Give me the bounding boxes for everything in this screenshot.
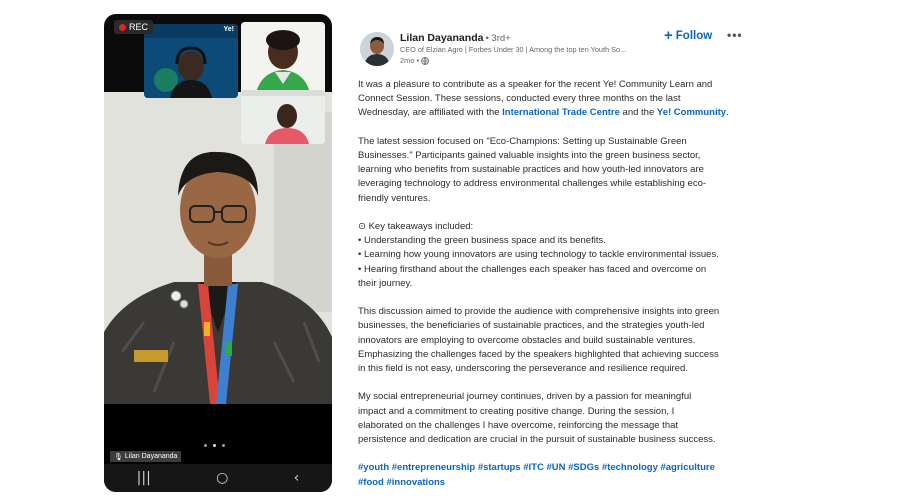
follow-button[interactable]: + Follow — [664, 27, 712, 44]
text-line: It was a pleasure to contribute as a spe… — [358, 79, 713, 90]
text-line: Wednesday, are affiliated with the Inter… — [358, 106, 748, 120]
text-segment: and the — [619, 107, 657, 119]
home-icon[interactable]: ○ — [216, 470, 228, 486]
list-item: • Learning how young innovators are usin… — [358, 249, 719, 261]
page-dot — [213, 444, 216, 447]
participant-tile-2 — [241, 22, 325, 98]
text-line: in this field is not easy, underscoring … — [358, 363, 688, 375]
recent-apps-icon[interactable]: ||| — [137, 470, 151, 486]
itc-link[interactable]: International Trade Centre — [502, 107, 620, 118]
text-line: Connect Session. These sessions, conduct… — [358, 93, 681, 105]
ye-community-link[interactable]: Ye! Community — [657, 107, 726, 118]
plus-icon: + — [664, 27, 673, 44]
mic-icon: 🎙 — [114, 453, 123, 461]
follow-label[interactable]: Follow — [676, 30, 712, 42]
author-headline: CEO of Elzian Agro | Forbes Under 30 | A… — [400, 45, 627, 54]
back-icon[interactable]: ‹ — [294, 470, 300, 486]
text-line: businesses, the beneficiaries of sustain… — [358, 320, 705, 332]
more-options-icon[interactable]: ••• — [727, 28, 743, 42]
participant-video-2 — [241, 22, 325, 98]
list-item: • Hearing firsthand about the challenges… — [358, 263, 707, 275]
text-line: persistence and dedication are crucial i… — [358, 434, 716, 446]
connection-degree: • 3rd+ — [485, 33, 511, 44]
text-line: Businesses." Participants gained valuabl… — [358, 150, 701, 161]
page-dot — [222, 444, 225, 447]
list-item-continued: their journey. — [358, 277, 413, 289]
video-call-screen: Ye! REC 🎙 Lilan Dayananda ||| ○ ‹ — [104, 14, 332, 492]
text-line: friendly ventures. — [358, 192, 431, 204]
linkedin-post: Lilan Dayananda • 3rd+ CEO of Elzian Agro… — [358, 27, 748, 488]
paragraph-journey: My social entrepreneurial journey contin… — [358, 390, 748, 447]
text-segment: . — [726, 107, 729, 119]
text-line: My social entrepreneurial journey contin… — [358, 391, 692, 403]
recording-indicator: REC — [114, 20, 154, 34]
text-line: innovators are employing to overcome obs… — [358, 334, 696, 346]
post-body: It was a pleasure to contribute as a spe… — [358, 78, 748, 490]
post-time: 2mo • — [400, 56, 430, 65]
text-line: impact and a commitment to creating posi… — [358, 405, 675, 417]
text-line: This discussion aimed to provide the aud… — [358, 306, 720, 318]
avatar[interactable] — [360, 32, 394, 66]
paragraph-intro: It was a pleasure to contribute as a spe… — [358, 78, 748, 121]
participant-tile-3 — [241, 90, 325, 144]
list-item: • Understanding the green business space… — [358, 235, 606, 247]
participant-tile-1: Ye! — [144, 24, 238, 98]
hashtags: #youth #entrepreneurship #startups #ITC … — [358, 461, 748, 489]
page-indicator — [204, 444, 225, 447]
post-header: Lilan Dayananda • 3rd+ CEO of Elzian Agro… — [358, 27, 748, 68]
speaker-name-tag: 🎙 Lilan Dayananda — [110, 451, 182, 462]
paragraph-session: The latest session focused on "Eco-Champ… — [358, 135, 748, 206]
rec-label: REC — [129, 22, 149, 32]
text-line: The latest session focused on "Eco-Champ… — [358, 135, 687, 147]
android-nav-bar: ||| ○ ‹ — [104, 464, 332, 492]
participant-video-3 — [241, 90, 325, 144]
text-line: leveraging technology to address environ… — [358, 178, 707, 190]
text-segment: Wednesday, are affiliated with the — [358, 107, 503, 119]
takeaways-heading: ⊙ Key takeaways included: — [358, 221, 474, 232]
post-time-text: 2mo • — [400, 56, 420, 65]
avatar-image — [360, 32, 394, 66]
text-line: elaborated on the challenges I have over… — [358, 419, 679, 431]
hashtag-line[interactable]: #youth #entrepreneurship #startups #ITC … — [358, 461, 748, 475]
speaker-name: Lilan Dayananda — [124, 453, 178, 460]
paragraph-takeaways: ⊙ Key takeaways included: • Understandin… — [358, 220, 748, 291]
text-line: learning who benefits from sustainable p… — [358, 164, 704, 176]
author-name[interactable]: Lilan Dayananda • 3rd+ — [400, 32, 511, 44]
author-name-text[interactable]: Lilan Dayananda — [400, 32, 483, 44]
ye-badge: Ye! — [223, 26, 234, 33]
globe-icon — [421, 56, 430, 65]
record-dot-icon — [119, 23, 126, 31]
paragraph-discussion: This discussion aimed to provide the aud… — [358, 305, 748, 376]
page-dot — [204, 444, 207, 447]
participant-video-1 — [144, 24, 238, 98]
text-line: Emphasizing the challenges faced by the … — [358, 348, 719, 360]
hashtag-line[interactable]: #food #innovations — [358, 476, 748, 490]
